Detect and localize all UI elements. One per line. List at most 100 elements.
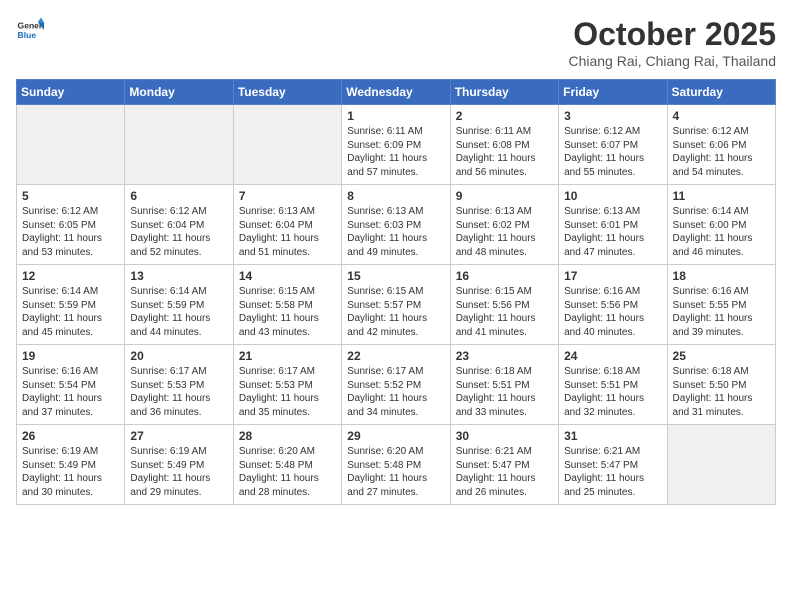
calendar-cell: 15 Sunrise: 6:15 AMSunset: 5:57 PMDayligh…	[342, 265, 450, 345]
cell-text: Sunrise: 6:13 AMSunset: 6:03 PMDaylight:…	[347, 205, 444, 259]
calendar-cell: 17 Sunrise: 6:16 AMSunset: 5:56 PMDayligh…	[559, 265, 667, 345]
logo-icon: General Blue	[16, 16, 44, 44]
cell-text: Sunrise: 6:16 AMSunset: 5:54 PMDaylight:…	[22, 365, 119, 419]
cell-text: Sunrise: 6:16 AMSunset: 5:55 PMDaylight:…	[673, 285, 770, 339]
day-number: 2	[456, 109, 553, 123]
day-number: 26	[22, 429, 119, 443]
main-title: October 2025	[568, 16, 776, 53]
calendar-cell: 11 Sunrise: 6:14 AMSunset: 6:00 PMDayligh…	[667, 185, 775, 265]
cell-text: Sunrise: 6:14 AMSunset: 5:59 PMDaylight:…	[22, 285, 119, 339]
day-number: 31	[564, 429, 661, 443]
day-number: 20	[130, 349, 227, 363]
header-day-sunday: Sunday	[17, 80, 125, 105]
cell-text: Sunrise: 6:17 AMSunset: 5:53 PMDaylight:…	[130, 365, 227, 419]
day-number: 6	[130, 189, 227, 203]
day-number: 23	[456, 349, 553, 363]
calendar-table: SundayMondayTuesdayWednesdayThursdayFrid…	[16, 79, 776, 505]
calendar-cell: 2 Sunrise: 6:11 AMSunset: 6:08 PMDaylight…	[450, 105, 558, 185]
week-row-1: 1Sunrise: 6:11 AMSunset: 6:09 PMDaylight…	[17, 105, 776, 185]
day-number: 24	[564, 349, 661, 363]
day-number: 22	[347, 349, 444, 363]
day-number: 28	[239, 429, 336, 443]
title-section: October 2025 Chiang Rai, Chiang Rai, Tha…	[568, 16, 776, 69]
header-day-saturday: Saturday	[667, 80, 775, 105]
calendar-cell: 10 Sunrise: 6:13 AMSunset: 6:01 PMDayligh…	[559, 185, 667, 265]
cell-text: Sunrise: 6:17 AMSunset: 5:53 PMDaylight:…	[239, 365, 336, 419]
day-number: 10	[564, 189, 661, 203]
calendar-cell: 29 Sunrise: 6:20 AMSunset: 5:48 PMDayligh…	[342, 425, 450, 505]
day-number: 7	[239, 189, 336, 203]
day-number: 17	[564, 269, 661, 283]
day-number: 8	[347, 189, 444, 203]
calendar-cell: 24 Sunrise: 6:18 AMSunset: 5:51 PMDayligh…	[559, 345, 667, 425]
cell-text: Sunrise: 6:18 AMSunset: 5:51 PMDaylight:…	[564, 365, 661, 419]
week-row-2: 5Sunrise: 6:12 AMSunset: 6:05 PMDaylight…	[17, 185, 776, 265]
day-number: 4	[673, 109, 770, 123]
header-row: SundayMondayTuesdayWednesdayThursdayFrid…	[17, 80, 776, 105]
calendar-cell: 4 Sunrise: 6:12 AMSunset: 6:06 PMDaylight…	[667, 105, 775, 185]
cell-text: Sunrise: 6:15 AMSunset: 5:57 PMDaylight:…	[347, 285, 444, 339]
header-day-tuesday: Tuesday	[233, 80, 341, 105]
day-number: 18	[673, 269, 770, 283]
calendar-cell	[233, 105, 341, 185]
calendar-cell: 31 Sunrise: 6:21 AMSunset: 5:47 PMDayligh…	[559, 425, 667, 505]
calendar-cell: 21Sunrise: 6:17 AMSunset: 5:53 PMDayligh…	[233, 345, 341, 425]
cell-text: Sunrise: 6:19 AMSunset: 5:49 PMDaylight:…	[22, 445, 119, 499]
cell-text: Sunrise: 6:20 AMSunset: 5:48 PMDaylight:…	[347, 445, 444, 499]
cell-text: Sunrise: 6:20 AMSunset: 5:48 PMDaylight:…	[239, 445, 336, 499]
calendar-cell: 27 Sunrise: 6:19 AMSunset: 5:49 PMDayligh…	[125, 425, 233, 505]
header-day-friday: Friday	[559, 80, 667, 105]
day-number: 29	[347, 429, 444, 443]
calendar-cell: 26 Sunrise: 6:19 AMSunset: 5:49 PMDayligh…	[17, 425, 125, 505]
cell-text: Sunrise: 6:18 AMSunset: 5:51 PMDaylight:…	[456, 365, 553, 419]
header: General Blue October 2025 Chiang Rai, Ch…	[16, 16, 776, 69]
day-number: 19	[22, 349, 119, 363]
cell-text: Sunrise: 6:11 AMSunset: 6:08 PMDaylight:…	[456, 125, 553, 179]
day-number: 9	[456, 189, 553, 203]
cell-text: Sunrise: 6:12 AMSunset: 6:05 PMDaylight:…	[22, 205, 119, 259]
cell-text: Sunrise: 6:14 AMSunset: 6:00 PMDaylight:…	[673, 205, 770, 259]
cell-text: Sunrise: 6:13 AMSunset: 6:01 PMDaylight:…	[564, 205, 661, 259]
cell-text: Sunrise: 6:13 AMSunset: 6:02 PMDaylight:…	[456, 205, 553, 259]
calendar-cell	[667, 425, 775, 505]
calendar-cell: 19 Sunrise: 6:16 AMSunset: 5:54 PMDayligh…	[17, 345, 125, 425]
day-number: 27	[130, 429, 227, 443]
cell-text: Sunrise: 6:19 AMSunset: 5:49 PMDaylight:…	[130, 445, 227, 499]
week-row-3: 12Sunrise: 6:14 AMSunset: 5:59 PMDayligh…	[17, 265, 776, 345]
day-number: 11	[673, 189, 770, 203]
calendar-cell: 8 Sunrise: 6:13 AMSunset: 6:03 PMDaylight…	[342, 185, 450, 265]
cell-text: Sunrise: 6:12 AMSunset: 6:07 PMDaylight:…	[564, 125, 661, 179]
calendar-cell: 23 Sunrise: 6:18 AMSunset: 5:51 PMDayligh…	[450, 345, 558, 425]
calendar-cell: 20 Sunrise: 6:17 AMSunset: 5:53 PMDayligh…	[125, 345, 233, 425]
calendar-cell: 3Sunrise: 6:12 AMSunset: 6:07 PMDaylight…	[559, 105, 667, 185]
cell-text: Sunrise: 6:16 AMSunset: 5:56 PMDaylight:…	[564, 285, 661, 339]
cell-text: Sunrise: 6:13 AMSunset: 6:04 PMDaylight:…	[239, 205, 336, 259]
calendar-cell: 25 Sunrise: 6:18 AMSunset: 5:50 PMDayligh…	[667, 345, 775, 425]
cell-text: Sunrise: 6:18 AMSunset: 5:50 PMDaylight:…	[673, 365, 770, 419]
header-day-wednesday: Wednesday	[342, 80, 450, 105]
calendar-cell: 28 Sunrise: 6:20 AMSunset: 5:48 PMDayligh…	[233, 425, 341, 505]
logo: General Blue	[16, 16, 44, 44]
calendar-cell: 1Sunrise: 6:11 AMSunset: 6:09 PMDaylight…	[342, 105, 450, 185]
calendar-cell: 14 Sunrise: 6:15 AMSunset: 5:58 PMDayligh…	[233, 265, 341, 345]
cell-text: Sunrise: 6:15 AMSunset: 5:56 PMDaylight:…	[456, 285, 553, 339]
cell-text: Sunrise: 6:15 AMSunset: 5:58 PMDaylight:…	[239, 285, 336, 339]
cell-text: Sunrise: 6:12 AMSunset: 6:06 PMDaylight:…	[673, 125, 770, 179]
cell-text: Sunrise: 6:11 AMSunset: 6:09 PMDaylight:…	[347, 125, 444, 179]
cell-text: Sunrise: 6:21 AMSunset: 5:47 PMDaylight:…	[564, 445, 661, 499]
calendar-cell	[125, 105, 233, 185]
calendar-cell: 30Sunrise: 6:21 AMSunset: 5:47 PMDayligh…	[450, 425, 558, 505]
cell-text: Sunrise: 6:14 AMSunset: 5:59 PMDaylight:…	[130, 285, 227, 339]
header-day-thursday: Thursday	[450, 80, 558, 105]
calendar-cell	[17, 105, 125, 185]
day-number: 14	[239, 269, 336, 283]
week-row-4: 19 Sunrise: 6:16 AMSunset: 5:54 PMDayligh…	[17, 345, 776, 425]
svg-text:Blue: Blue	[18, 30, 37, 40]
day-number: 15	[347, 269, 444, 283]
day-number: 25	[673, 349, 770, 363]
cell-text: Sunrise: 6:21 AMSunset: 5:47 PMDaylight:…	[456, 445, 553, 499]
calendar-cell: 5Sunrise: 6:12 AMSunset: 6:05 PMDaylight…	[17, 185, 125, 265]
calendar-cell: 13Sunrise: 6:14 AMSunset: 5:59 PMDayligh…	[125, 265, 233, 345]
cell-text: Sunrise: 6:17 AMSunset: 5:52 PMDaylight:…	[347, 365, 444, 419]
sub-title: Chiang Rai, Chiang Rai, Thailand	[568, 53, 776, 69]
